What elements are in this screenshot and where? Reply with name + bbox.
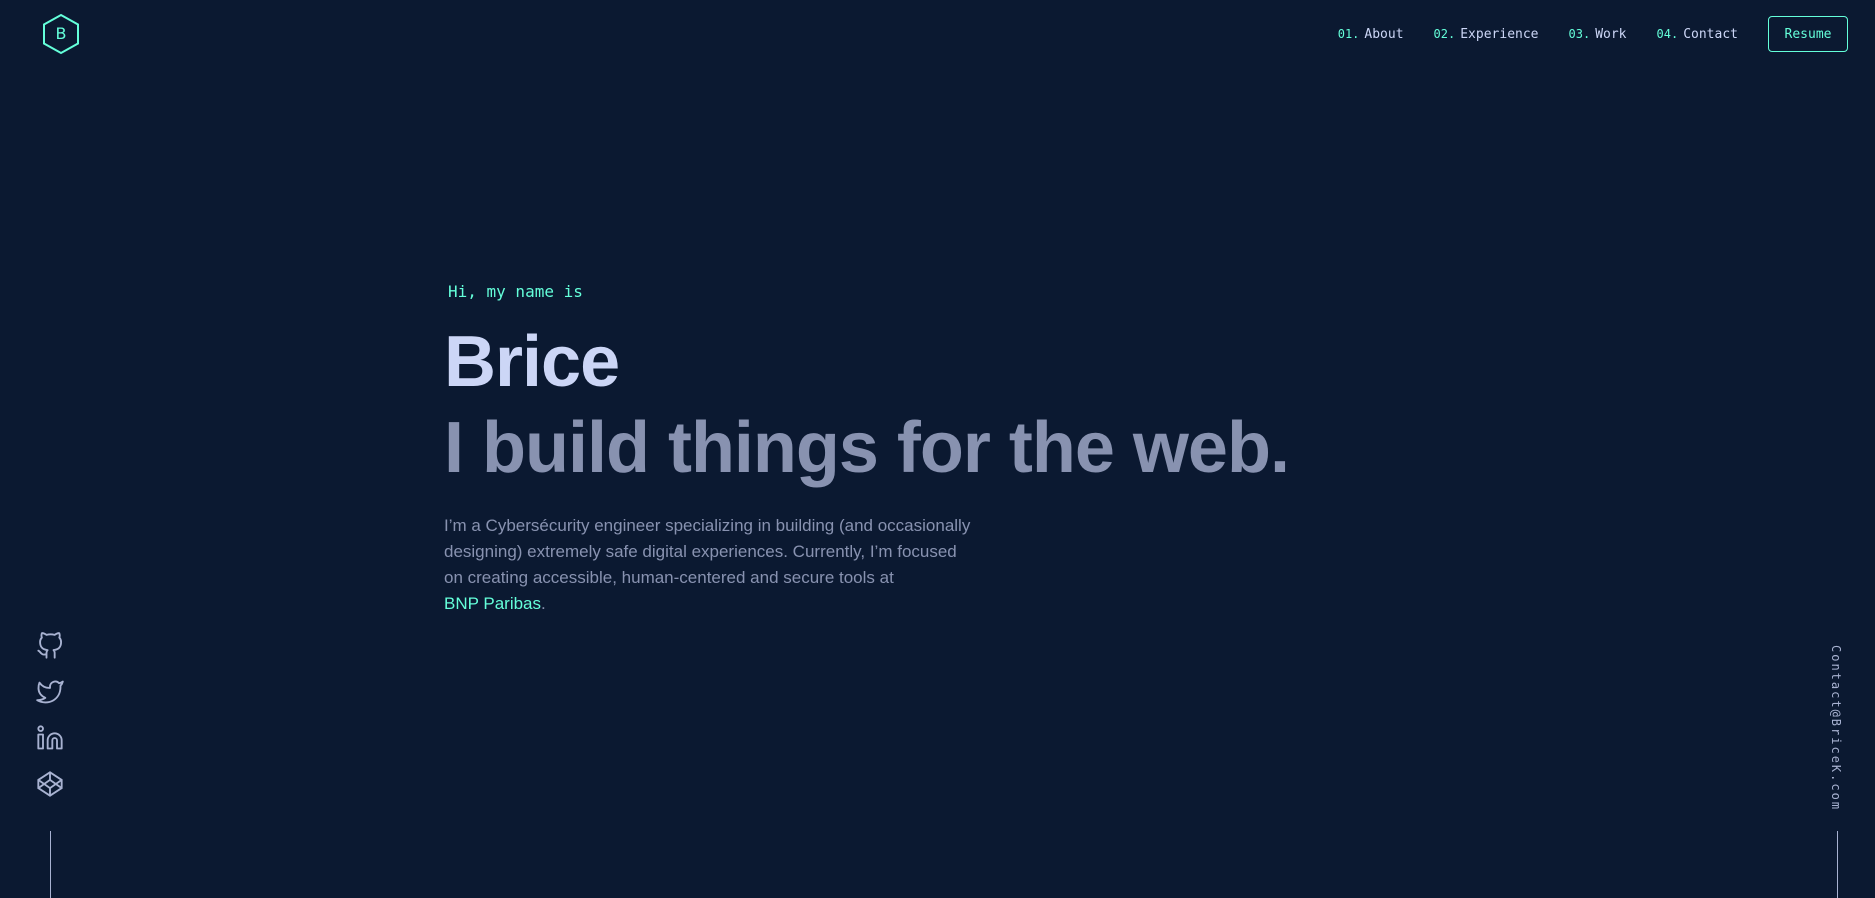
nav-label: About: [1364, 26, 1404, 42]
bio-line-last: BNP Paribas.: [444, 591, 1004, 617]
nav-number: 02.: [1433, 26, 1456, 41]
nav-number: 03.: [1568, 26, 1591, 41]
bio-line: designing) extremely safe digital experi…: [444, 542, 957, 561]
resume-button[interactable]: Resume: [1768, 16, 1848, 52]
bio-line: on creating accessible, human-centered a…: [444, 568, 894, 587]
nav-number: 01.: [1337, 26, 1360, 41]
nav-label: Contact: [1683, 26, 1738, 42]
email-text: Contact@BriceK.com: [1829, 645, 1843, 812]
left-vertical-line: [50, 831, 51, 898]
nav-item-about[interactable]: 01. About: [1338, 27, 1404, 42]
nav-label: Work: [1595, 26, 1627, 42]
nav-item-experience[interactable]: 02. Experience: [1434, 27, 1539, 42]
hero-bio: I’m a Cybersécurity engineer specializin…: [444, 513, 1004, 617]
right-vertical-line: [1837, 831, 1838, 898]
nav-label: Experience: [1460, 26, 1539, 42]
codepen-icon[interactable]: [36, 770, 64, 798]
twitter-icon[interactable]: [36, 678, 64, 706]
site-header: B 01. About 02. Experience 03. Work 04. Cont…: [0, 0, 1875, 68]
hero-tagline: I build things for the web.: [444, 408, 1290, 488]
hero-name: Brice: [444, 322, 620, 402]
logo[interactable]: B: [40, 13, 82, 55]
bnp-paribas-link[interactable]: BNP Paribas: [444, 594, 541, 613]
bio-line: I’m a Cybersécurity engineer specializin…: [444, 516, 971, 535]
email-link[interactable]: Contact@BriceK.com: [1826, 645, 1848, 811]
nav-number: 04.: [1656, 26, 1679, 41]
hero-greeting: Hi, my name is: [448, 282, 583, 301]
linkedin-icon[interactable]: [36, 724, 64, 752]
nav-item-work[interactable]: 03. Work: [1569, 27, 1627, 42]
bio-end: .: [541, 594, 546, 613]
main-nav: 01. About 02. Experience 03. Work 04. Contac…: [1338, 15, 1848, 53]
nav-item-contact[interactable]: 04. Contact: [1657, 27, 1738, 42]
logo-letter: B: [55, 24, 67, 43]
github-icon[interactable]: [36, 632, 64, 660]
